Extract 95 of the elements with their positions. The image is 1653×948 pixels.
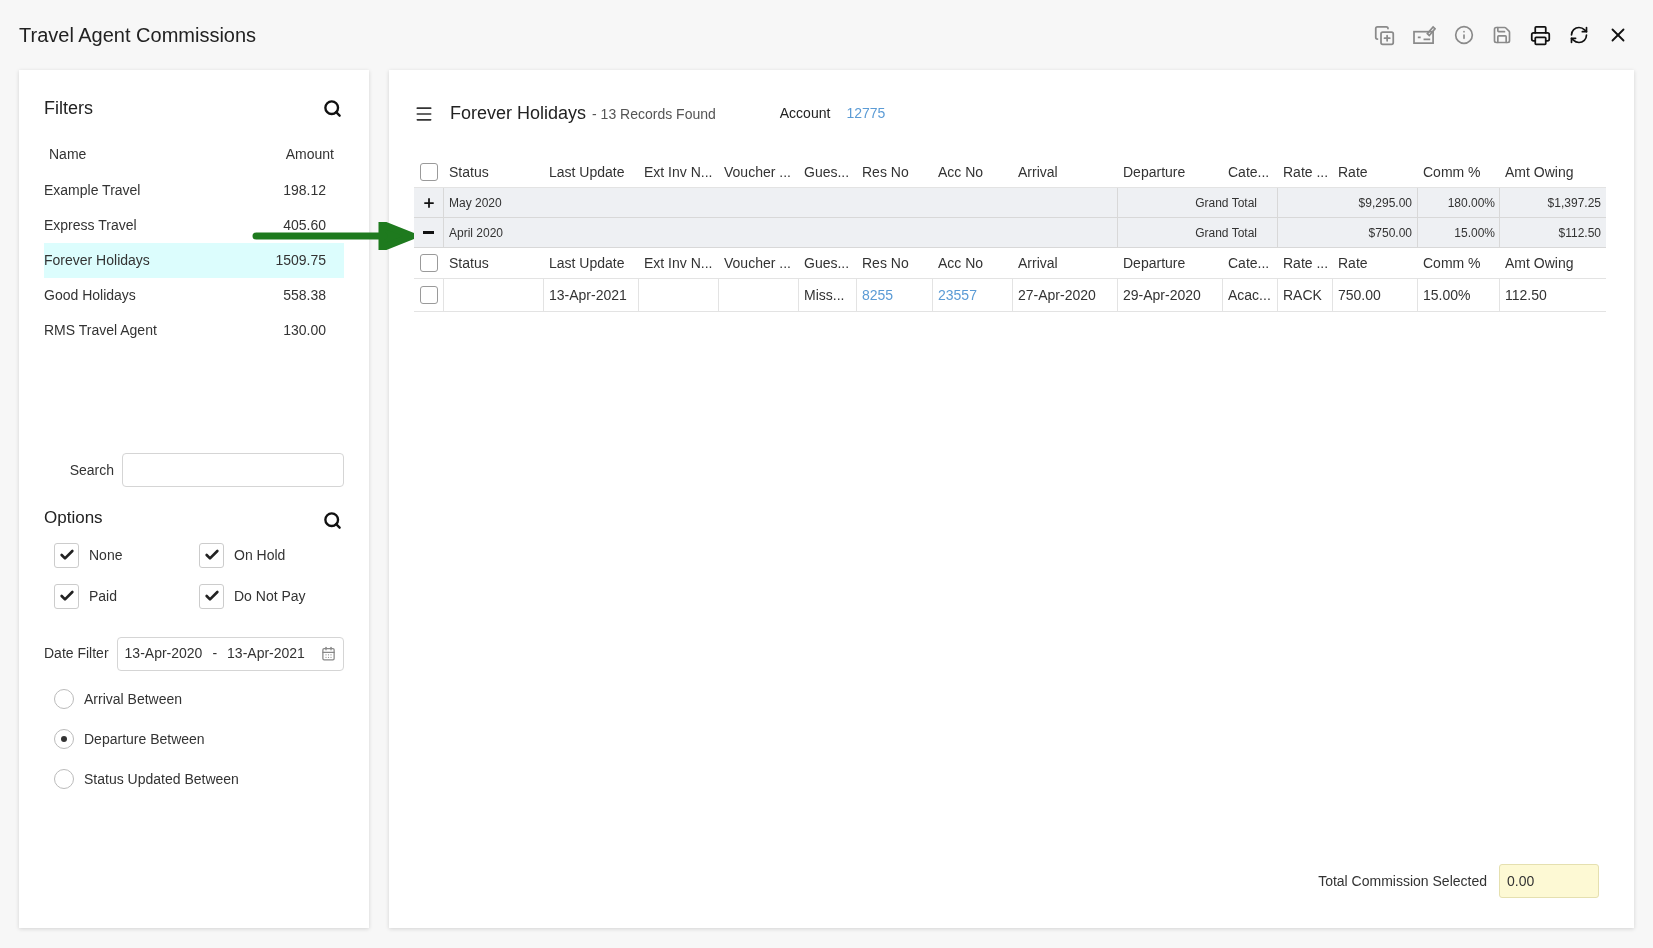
rate-total: $9,295.00	[1278, 188, 1418, 217]
checkbox[interactable]	[199, 542, 224, 568]
table-cell-text: 750.00	[1338, 285, 1381, 305]
agent-row[interactable]: Good Holidays 558.38	[44, 278, 344, 313]
column-header[interactable]: Res No	[857, 252, 933, 274]
column-header[interactable]: Arrival	[1013, 161, 1118, 183]
table-cell-text: 13-Apr-2021	[549, 285, 627, 305]
minus-icon	[423, 231, 434, 234]
grand-total-label: Grand Total	[1118, 188, 1278, 217]
column-header[interactable]: Ext Inv N...	[639, 252, 719, 274]
column-header[interactable]: Voucher ...	[719, 252, 799, 274]
date-filter-label: Date Filter	[44, 644, 109, 663]
radio-label: Arrival Between	[84, 689, 183, 709]
column-header[interactable]: Cate...	[1223, 252, 1278, 274]
window-title: Travel Agent Commissions	[19, 23, 257, 48]
column-header[interactable]: Acc No	[933, 161, 1013, 183]
info-icon[interactable]	[1454, 25, 1474, 45]
table-cell-text: Acac...	[1228, 285, 1271, 305]
table-cell-text: 29-Apr-2020	[1123, 285, 1201, 305]
total-commission-field: 0.00	[1499, 864, 1599, 898]
column-header[interactable]: Gues...	[799, 252, 857, 274]
table-cell-text: 27-Apr-2020	[1018, 285, 1096, 305]
comm-total: 15.00%	[1418, 218, 1500, 247]
refresh-icon[interactable]	[1569, 25, 1589, 45]
column-header[interactable]: Acc No	[933, 252, 1013, 274]
column-header[interactable]: Cate...	[1223, 161, 1278, 183]
checkbox[interactable]	[54, 542, 79, 568]
column-header[interactable]: Comm %	[1418, 161, 1500, 183]
plus-icon	[421, 195, 436, 210]
column-header[interactable]: Rate	[1333, 161, 1418, 183]
grand-total-label: Grand Total	[1118, 218, 1278, 247]
amount-total: $1,397.25	[1546, 194, 1602, 212]
add-copy-icon[interactable]	[1374, 24, 1395, 46]
search-icon[interactable]	[323, 511, 342, 531]
column-header: Amount	[285, 145, 334, 164]
column-header[interactable]: Last Update	[544, 252, 639, 274]
column-header: Name	[49, 145, 87, 164]
print-icon[interactable]	[1530, 24, 1551, 46]
option-label: On Hold	[234, 545, 286, 565]
search-icon[interactable]	[323, 99, 342, 118]
group-label: April 2020	[444, 218, 1118, 247]
table-cell-text: 15.00%	[1423, 285, 1471, 305]
table-cell-text: Miss...	[804, 285, 845, 305]
rate-total: $750.00	[1278, 218, 1418, 247]
column-header[interactable]: Status	[444, 161, 544, 183]
agent-title: Forever Holidays	[450, 102, 587, 125]
agent-row[interactable]: RMS Travel Agent 130.00	[44, 313, 344, 348]
checkbox[interactable]	[54, 583, 79, 609]
checkbox[interactable]	[419, 286, 438, 304]
option-label: Do Not Pay	[234, 586, 306, 606]
checkbox[interactable]	[420, 163, 438, 181]
column-header[interactable]: Rate	[1333, 252, 1418, 274]
agent-row[interactable]: Forever Holidays 1509.75	[44, 243, 344, 278]
checkbox[interactable]	[420, 254, 438, 272]
option-label: Paid	[89, 586, 118, 606]
checkbox[interactable]	[199, 583, 224, 609]
search-field[interactable]	[122, 453, 344, 487]
total-commission-label: Total Commission Selected	[1318, 871, 1487, 891]
column-header[interactable]: Voucher ...	[719, 161, 799, 183]
column-header[interactable]: Amt Owing	[1500, 161, 1606, 183]
column-header[interactable]: Rate ...	[1278, 161, 1333, 183]
option-label: None	[89, 545, 123, 565]
radio-label: Departure Between	[84, 729, 205, 749]
check-icon	[58, 588, 75, 604]
agent-row[interactable]: Express Travel 405.60	[44, 208, 344, 243]
records-count: - 13 Records Found	[592, 105, 716, 124]
cheque-pen-icon[interactable]	[1413, 24, 1436, 46]
column-header[interactable]: Departure	[1118, 252, 1223, 274]
filters-title: Filters	[44, 97, 93, 120]
account-label: Account	[779, 104, 831, 123]
agent-row[interactable]: Example Travel 198.12	[44, 173, 344, 208]
group-label: May 2020	[444, 188, 1118, 217]
table-cell-text: RACK	[1283, 285, 1322, 305]
search-label: Search	[68, 460, 114, 480]
column-header[interactable]: Ext Inv N...	[639, 161, 719, 183]
column-header[interactable]: Res No	[857, 161, 933, 183]
table-cell-text: 112.50	[1505, 285, 1547, 305]
calendar-icon[interactable]	[321, 646, 336, 661]
save-icon[interactable]	[1492, 25, 1512, 45]
check-icon	[203, 588, 220, 604]
column-header[interactable]: Gues...	[799, 161, 857, 183]
column-header[interactable]: Amt Owing	[1500, 252, 1606, 274]
column-header[interactable]: Rate ...	[1278, 252, 1333, 274]
column-header[interactable]: Arrival	[1013, 252, 1118, 274]
options-title: Options	[44, 507, 103, 529]
amount-total: $112.50	[1557, 224, 1602, 242]
column-header[interactable]: Status	[444, 252, 544, 274]
comm-total: 180.00%	[1418, 188, 1500, 217]
date-range-field[interactable]: 13-Apr-2020 - 13-Apr-2021	[116, 636, 344, 671]
check-icon	[58, 547, 75, 563]
column-header[interactable]: Last Update	[544, 161, 639, 183]
column-header[interactable]: Comm %	[1418, 252, 1500, 274]
radio-label: Status Updated Between	[84, 769, 239, 789]
column-header[interactable]: Departure	[1118, 161, 1223, 183]
check-icon	[203, 547, 220, 563]
